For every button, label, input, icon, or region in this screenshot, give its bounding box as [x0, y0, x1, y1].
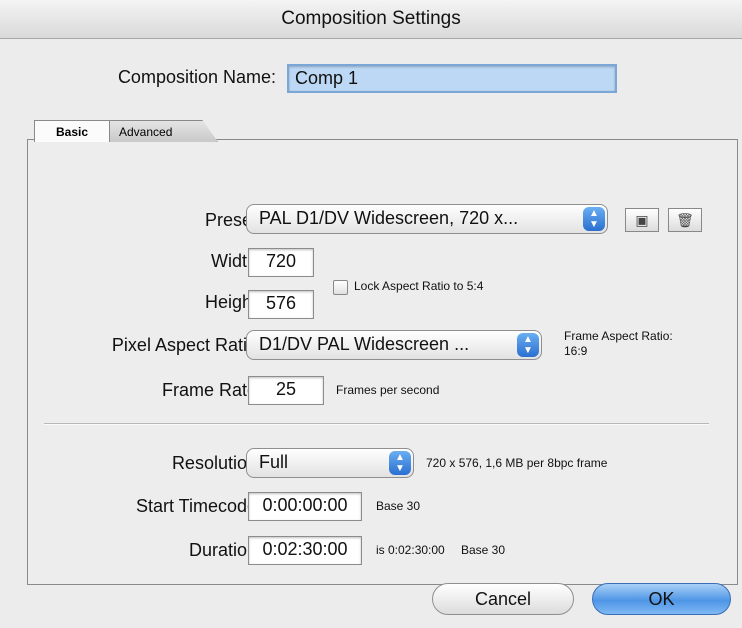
- frame-aspect-ratio-label: Frame Aspect Ratio:: [564, 329, 673, 343]
- resolution-label: Resolution:: [171, 453, 262, 473]
- duration-base: Base 30: [461, 543, 506, 557]
- duration-info: is 0:02:30:00: [376, 543, 445, 557]
- pixel-aspect-ratio-dropdown[interactable]: D1/DV PAL Widescreen ... ▲ ▼: [246, 330, 542, 360]
- duration-input[interactable]: 0:02:30:00: [248, 536, 362, 565]
- preset-value: PAL D1/DV Widescreen, 720 x...: [259, 208, 519, 228]
- trash-icon: 🗑: [676, 212, 694, 228]
- lock-aspect-label: Lock Aspect Ratio to 5:4: [354, 279, 484, 293]
- resolution-dropdown[interactable]: Full ▲ ▼: [246, 448, 414, 478]
- tab-advanced[interactable]: Advanced: [106, 120, 218, 142]
- up-down-arrows-icon: ▲ ▼: [389, 451, 411, 475]
- pixel-aspect-ratio-label: Pixel Aspect Ratio:: [111, 335, 262, 355]
- up-down-arrows-icon: ▲ ▼: [583, 207, 605, 231]
- save-icon: ▣: [635, 212, 649, 228]
- preset-label: Preset:: [204, 210, 262, 230]
- cancel-button[interactable]: Cancel: [432, 583, 574, 615]
- resolution-value: Full: [259, 452, 289, 472]
- start-timecode-input[interactable]: 0:00:00:00: [248, 492, 362, 521]
- width-input[interactable]: 720: [248, 248, 314, 277]
- start-timecode-label: Start Timecode:: [135, 496, 262, 516]
- up-down-arrows-icon: ▲ ▼: [517, 333, 539, 357]
- pixel-aspect-ratio-value: D1/DV PAL Widescreen ...: [259, 334, 470, 354]
- resolution-info: 720 x 576, 1,6 MB per 8bpc frame: [426, 456, 608, 470]
- section-divider: [44, 423, 709, 425]
- frame-rate-label: Frame Rate:: [161, 380, 262, 400]
- frame-aspect-ratio-value: 16:9: [564, 344, 588, 358]
- composition-name-input[interactable]: Comp 1: [287, 64, 617, 93]
- title-bar: Composition Settings: [0, 0, 742, 39]
- delete-preset-button[interactable]: 🗑: [668, 208, 702, 232]
- duration-label: Duration:: [188, 540, 262, 560]
- lock-aspect-checkbox[interactable]: [333, 280, 348, 295]
- tab-basic[interactable]: Basic: [34, 120, 110, 142]
- composition-name-label: Composition Name:: [117, 67, 276, 87]
- height-label: Height:: [204, 292, 262, 312]
- save-preset-button[interactable]: ▣: [625, 208, 659, 232]
- height-input[interactable]: 576: [248, 290, 314, 319]
- start-timecode-base: Base 30: [376, 499, 421, 513]
- width-label: Width:: [210, 251, 262, 271]
- frame-rate-input[interactable]: 25: [248, 376, 324, 405]
- window-title: Composition Settings: [281, 8, 461, 29]
- ok-button[interactable]: OK: [592, 583, 731, 615]
- frame-rate-unit: Frames per second: [336, 383, 440, 397]
- preset-dropdown[interactable]: PAL D1/DV Widescreen, 720 x... ▲ ▼: [246, 204, 608, 234]
- basic-settings-panel: Preset: PAL D1/DV Widescreen, 720 x... ▲…: [27, 139, 738, 585]
- composition-settings-dialog: Composition Name: Comp 1 Advanced Basic …: [0, 39, 742, 628]
